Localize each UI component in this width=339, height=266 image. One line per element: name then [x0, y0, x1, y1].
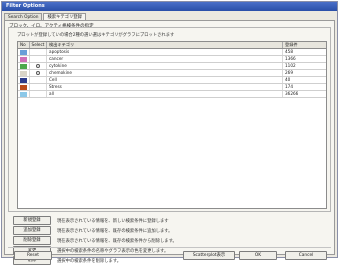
- column-header-category[interactable]: 検出キテゴリ: [47, 42, 283, 48]
- footer-buttons: Reset Scatterplot表示 OK Cancel: [5, 251, 336, 262]
- row-count: 36266: [285, 91, 299, 96]
- column-header-count[interactable]: 登録件: [283, 42, 326, 48]
- action-row: 追加登録 現在表示されている情報を、既存の検索条件に追加します。: [13, 226, 177, 235]
- table-row[interactable]: apoptosis 458: [18, 49, 326, 56]
- color-swatch: [20, 70, 27, 76]
- grid-body: apoptosis 458 cancer 1366 cytokine 1102 chemok…: [18, 49, 326, 98]
- row-count: 269: [285, 70, 293, 75]
- action-description: 現在表示されている情報を、既存の検索条件から削除します。: [57, 238, 177, 244]
- grid-header: No Select 検出キテゴリ 登録件: [18, 42, 326, 49]
- row-select-cell[interactable]: [30, 63, 47, 69]
- row-color-swatch: [18, 91, 30, 97]
- group-description: プロットが登録していの場合2種の選い選はキテゴリがグラフにプロットされます: [17, 33, 175, 38]
- tab-search-option[interactable]: Search Option: [4, 13, 43, 20]
- column-header-no[interactable]: No: [18, 42, 30, 48]
- table-row[interactable]: all 36266: [18, 91, 326, 98]
- table-row[interactable]: Cell 40: [18, 77, 326, 84]
- action-row: 削除登録 現在表示されている情報を、既存の検索条件から削除します。: [13, 236, 177, 245]
- row-select-cell[interactable]: [30, 77, 47, 83]
- divider: [8, 247, 331, 248]
- row-category-name: all: [47, 91, 283, 97]
- row-color-swatch: [18, 84, 30, 90]
- row-count: 1366: [285, 56, 296, 61]
- remove-register-button[interactable]: 削除登録: [13, 236, 51, 245]
- action-description: 現在表示されている情報を、新しい検索条件に登録します: [57, 218, 169, 224]
- action-description: 現在表示されている情報を、既存の検索条件に追加します。: [57, 228, 173, 234]
- tab-category-registration[interactable]: 検索キテゴリ登録: [43, 13, 86, 20]
- tab-strip: Search Option 検索キテゴリ登録: [4, 13, 87, 20]
- row-category-name: chemokine: [47, 70, 283, 76]
- row-select-cell[interactable]: [30, 70, 47, 76]
- row-select-cell[interactable]: [30, 84, 47, 90]
- color-swatch: [20, 56, 27, 62]
- row-category-name: apoptosis: [47, 49, 283, 55]
- row-color-swatch: [18, 63, 30, 69]
- add-register-button[interactable]: 追加登録: [13, 226, 51, 235]
- row-category-name: Cell: [47, 77, 283, 83]
- filter-options-window: Filter Options Search Option 検索キテゴリ登録 ブロ…: [1, 1, 338, 265]
- row-color-swatch: [18, 77, 30, 83]
- row-select-cell[interactable]: [30, 49, 47, 55]
- select-radio[interactable]: [36, 64, 40, 68]
- tab-panel: ブロック、イロ、アクティ格検条件の指定 プロットが登録していの場合2種の選い選は…: [4, 20, 335, 265]
- row-color-swatch: [18, 49, 30, 55]
- color-swatch: [20, 63, 27, 69]
- table-row[interactable]: cancer 1366: [18, 56, 326, 63]
- window-title: Filter Options: [2, 2, 337, 11]
- select-radio[interactable]: [36, 71, 40, 75]
- row-category-name: cytokine: [47, 63, 283, 69]
- table-row[interactable]: Stress 174: [18, 84, 326, 91]
- category-group: プロットが登録していの場合2種の選い選はキテゴリがグラフにプロットされます No…: [8, 27, 331, 212]
- row-count: 458: [285, 49, 293, 54]
- row-color-swatch: [18, 56, 30, 62]
- color-swatch: [20, 91, 27, 97]
- row-count: 40: [285, 77, 291, 82]
- new-register-button[interactable]: 新規登録: [13, 216, 51, 225]
- row-select-cell[interactable]: [30, 91, 47, 97]
- row-category-name: Stress: [47, 84, 283, 90]
- action-row: 新規登録 現在表示されている情報を、新しい検索条件に登録します: [13, 216, 177, 225]
- column-header-select[interactable]: Select: [30, 42, 47, 48]
- table-row[interactable]: chemokine 269: [18, 70, 326, 77]
- row-count: 1102: [285, 63, 296, 68]
- category-grid: No Select 検出キテゴリ 登録件 apoptosis 458 cancer 1…: [17, 41, 327, 209]
- row-category-name: cancer: [47, 56, 283, 62]
- table-row[interactable]: cytokine 1102: [18, 63, 326, 70]
- row-count: 174: [285, 84, 293, 89]
- color-swatch: [20, 84, 27, 90]
- color-swatch: [20, 77, 27, 83]
- row-select-cell[interactable]: [30, 56, 47, 62]
- row-color-swatch: [18, 70, 30, 76]
- color-swatch: [20, 49, 27, 55]
